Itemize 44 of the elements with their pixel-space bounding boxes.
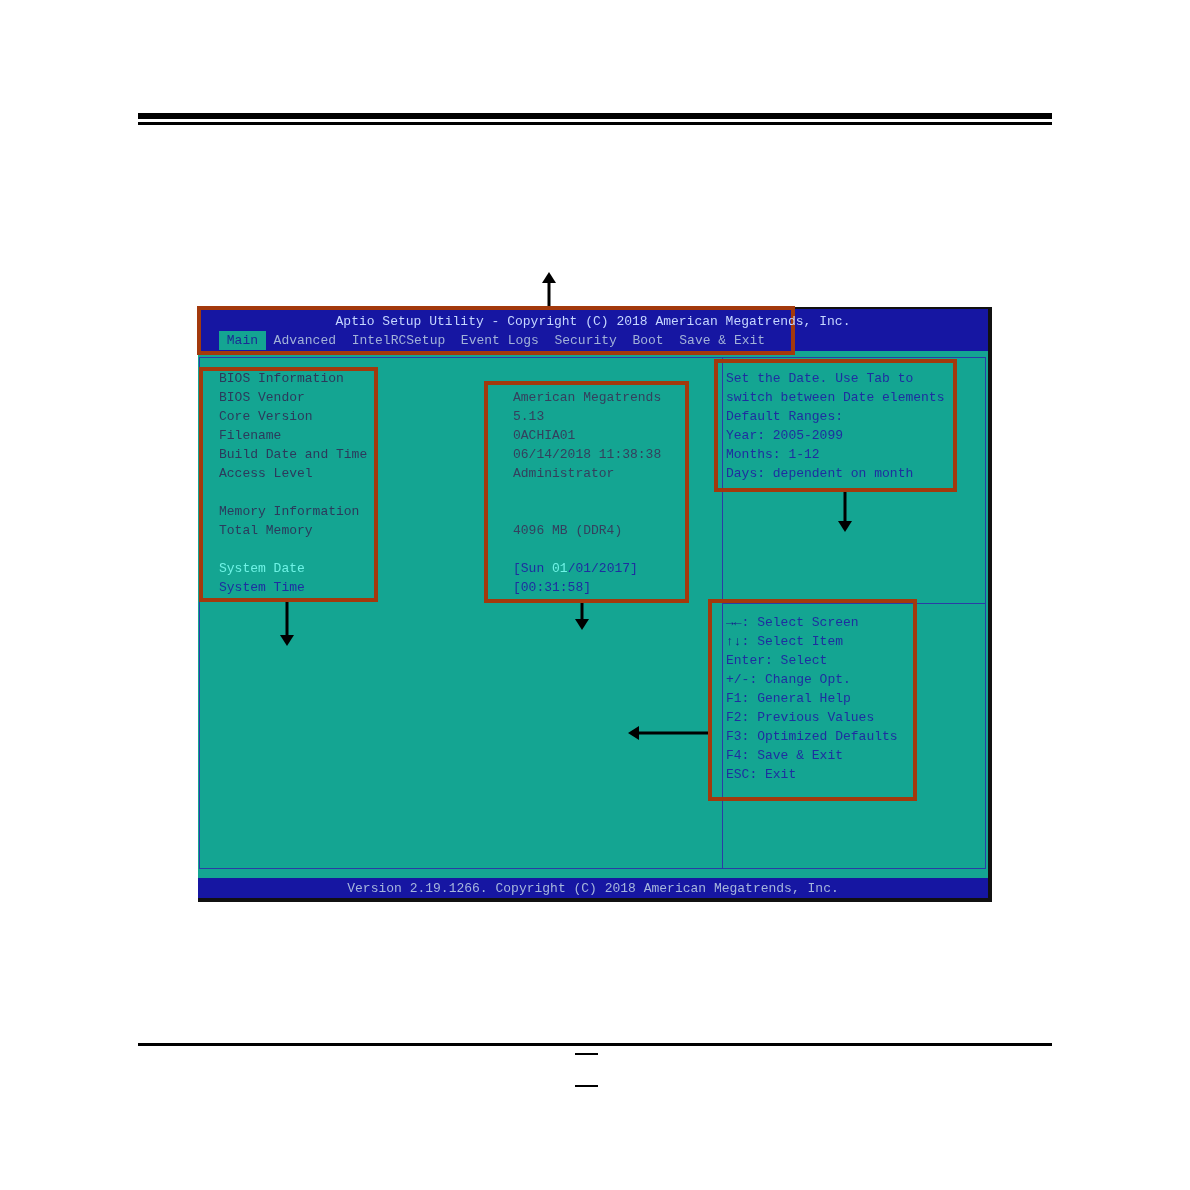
setting-value: 0ACHIA01 [513, 427, 576, 445]
key-hint: F4: Save & Exit [726, 747, 844, 765]
key-hint: Enter: Select [726, 652, 828, 670]
key-hint: ↑↓: Select Item [726, 633, 844, 651]
callout-arrow [542, 272, 556, 306]
menu-tab[interactable]: Main [219, 331, 266, 350]
setting-value[interactable]: [Sun 01/01/2017] [513, 559, 638, 578]
setting-value: 06/14/2018 11:38:38 [513, 446, 662, 464]
version-text: Version 2.19.1266. Copyright (C) 2018 American Megatrends, Inc. [347, 879, 839, 898]
setting-value: Administrator [513, 465, 615, 483]
setting-value: 5.13 [513, 408, 545, 426]
key-hint: F3: Optimized Defaults [726, 728, 898, 746]
menu-tab[interactable]: Event Logs [453, 331, 547, 350]
help-text: Year: 2005-2099 [726, 427, 844, 445]
callout-arrow [838, 492, 852, 532]
setting-label: BIOS Vendor [219, 389, 305, 407]
key-hint: F2: Previous Values [726, 709, 875, 727]
setting-label[interactable]: System Time [219, 578, 305, 597]
menu-tab[interactable]: IntelRCSetup [343, 331, 454, 350]
help-text: Default Ranges: [726, 408, 844, 426]
key-hint: →←: Select Screen [726, 614, 859, 632]
help-text: Set the Date. Use Tab to [726, 370, 914, 388]
setting-value[interactable]: [00:31:58] [513, 578, 591, 597]
help-text: Days: dependent on month [726, 465, 914, 483]
menu-tab[interactable]: Boot [624, 331, 672, 350]
key-hint: ESC: Exit [726, 766, 797, 784]
menu-tab[interactable]: Security [546, 331, 625, 350]
section-heading: Memory Information [219, 503, 360, 521]
callout-arrow [575, 603, 589, 630]
help-text: Months: 1-12 [726, 446, 820, 464]
setting-label: Total Memory [219, 522, 313, 540]
setting-label: Filename [219, 427, 282, 445]
setting-label: Core Version [219, 408, 313, 426]
key-hint: +/-: Change Opt. [726, 671, 851, 689]
section-heading: BIOS Information [219, 370, 344, 388]
callout-arrow [280, 602, 294, 646]
setting-value: American Megatrends [513, 389, 662, 407]
setting-value: 4096 MB (DDR4) [513, 522, 623, 540]
help-text: switch between Date elements [726, 389, 945, 407]
setting-label: Build Date and Time [219, 446, 368, 464]
menu-tab[interactable]: Save & Exit [671, 331, 773, 350]
setting-label: Access Level [219, 465, 313, 483]
key-hint: F1: General Help [726, 690, 851, 708]
menu-tab[interactable]: Advanced [265, 331, 344, 350]
